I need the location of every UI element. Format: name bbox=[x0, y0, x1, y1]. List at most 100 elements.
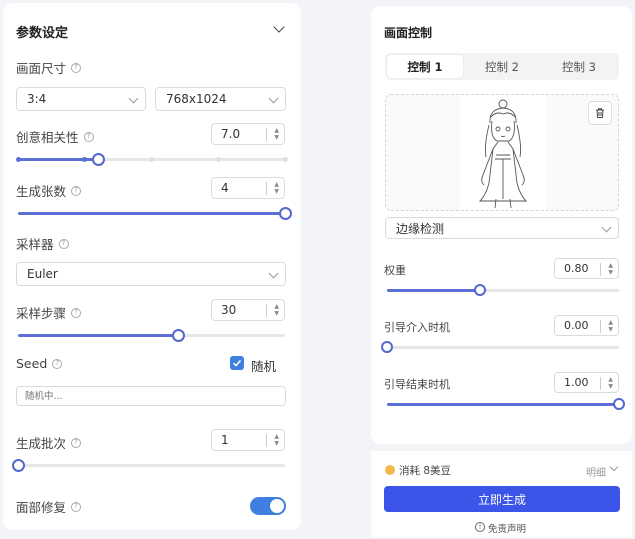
help-icon[interactable]: ? bbox=[71, 437, 82, 448]
random-seed-checkbox[interactable] bbox=[230, 356, 244, 370]
slider-thumb[interactable] bbox=[91, 153, 105, 166]
face-fix-label-text: 面部修复 bbox=[16, 500, 67, 515]
stepper-divider bbox=[266, 304, 267, 317]
bean-icon bbox=[385, 465, 395, 475]
sampler-select[interactable]: Euler bbox=[16, 262, 286, 286]
stepper-arrows-icon[interactable]: ▲ ▼ bbox=[608, 376, 613, 390]
slider-thumb[interactable] bbox=[613, 398, 625, 410]
stepper-arrows-icon[interactable]: ▲ ▼ bbox=[608, 319, 613, 333]
sampler-label-text: 采样器 bbox=[16, 237, 54, 252]
tab-control-3[interactable]: 控制 3 bbox=[541, 55, 617, 78]
steps-slider[interactable] bbox=[18, 329, 285, 342]
generate-button[interactable]: 立即生成 bbox=[384, 486, 620, 512]
stepper-divider bbox=[600, 320, 601, 333]
steps-label: 采样步骤 ? bbox=[16, 303, 82, 322]
steps-value: 30 bbox=[221, 303, 237, 317]
stepper-divider bbox=[266, 128, 267, 141]
random-seed-label: 随机 bbox=[251, 359, 277, 374]
tab-control-1[interactable]: 控制 1 bbox=[387, 55, 463, 78]
seed-input[interactable] bbox=[16, 386, 286, 406]
help-icon[interactable]: ? bbox=[83, 131, 94, 142]
creativity-label: 创意相关性 ? bbox=[16, 127, 94, 146]
info-icon: ! bbox=[475, 522, 485, 532]
disclaimer-link[interactable]: 免责声明 bbox=[488, 521, 526, 535]
stepper-divider bbox=[266, 434, 267, 447]
slider-fill bbox=[18, 212, 285, 215]
slider-fill bbox=[387, 289, 480, 292]
seed-label: Seed ? bbox=[16, 356, 63, 371]
batch-slider[interactable] bbox=[11, 459, 285, 472]
seed-label-text: Seed bbox=[16, 356, 48, 371]
weight-label: 权重 bbox=[384, 264, 406, 277]
stepper-arrows-icon[interactable]: ▲ ▼ bbox=[274, 303, 279, 317]
detail-link[interactable]: 明细 bbox=[586, 464, 606, 479]
creativity-slider[interactable] bbox=[15, 153, 288, 166]
slider-tick bbox=[82, 157, 88, 162]
end-slider[interactable] bbox=[387, 398, 625, 410]
face-fix-toggle[interactable] bbox=[250, 497, 286, 515]
resolution-value: 768x1024 bbox=[166, 92, 227, 106]
start-stepper[interactable]: 0.00 ▲ ▼ bbox=[554, 315, 619, 336]
sampler-value: Euler bbox=[27, 267, 58, 281]
reference-image-dropzone[interactable] bbox=[385, 94, 619, 211]
count-value: 4 bbox=[221, 181, 229, 195]
canvas-size-label: 画面尺寸 ? bbox=[16, 58, 82, 77]
count-label-text: 生成张数 bbox=[16, 184, 67, 199]
chevron-down-icon bbox=[601, 222, 612, 233]
tab-control-2[interactable]: 控制 2 bbox=[464, 55, 540, 78]
help-icon[interactable]: ? bbox=[58, 238, 69, 249]
help-icon[interactable]: ? bbox=[71, 501, 82, 512]
stepper-arrows-icon[interactable]: ▲ ▼ bbox=[274, 127, 279, 141]
toggle-knob bbox=[270, 499, 284, 513]
batch-stepper[interactable]: 1 ▲ ▼ bbox=[211, 429, 285, 451]
control-panel: 画面控制 控制 1 控制 2 控制 3 边缘检测 权重 0.80 ▲ ▼ 引导介… bbox=[371, 6, 632, 444]
end-value: 1.00 bbox=[564, 376, 589, 389]
help-icon[interactable]: ? bbox=[71, 307, 82, 318]
slider-tick bbox=[215, 157, 221, 162]
check-icon bbox=[232, 359, 242, 367]
resolution-select[interactable]: 768x1024 bbox=[155, 87, 286, 111]
face-fix-label: 面部修复 ? bbox=[16, 497, 82, 516]
weight-stepper[interactable]: 0.80 ▲ ▼ bbox=[554, 258, 619, 279]
sampler-label: 采样器 ? bbox=[16, 234, 69, 253]
count-slider[interactable] bbox=[18, 207, 292, 220]
help-icon[interactable]: ? bbox=[52, 358, 63, 369]
stepper-divider bbox=[600, 377, 601, 390]
batch-label-text: 生成批次 bbox=[16, 436, 67, 451]
delete-image-button[interactable] bbox=[588, 101, 612, 125]
start-label: 引导介入时机 bbox=[384, 321, 450, 334]
count-stepper[interactable]: 4 ▲ ▼ bbox=[211, 177, 285, 199]
chevron-down-icon bbox=[268, 93, 279, 104]
stepper-arrows-icon[interactable]: ▲ ▼ bbox=[608, 262, 613, 276]
count-label: 生成张数 ? bbox=[16, 181, 82, 200]
creativity-stepper[interactable]: 7.0 ▲ ▼ bbox=[211, 123, 285, 145]
reference-sketch-image bbox=[460, 95, 546, 210]
slider-fill bbox=[387, 403, 619, 406]
stepper-divider bbox=[600, 263, 601, 276]
help-icon[interactable]: ? bbox=[71, 185, 82, 196]
creativity-label-text: 创意相关性 bbox=[16, 130, 79, 145]
slider-thumb[interactable] bbox=[278, 207, 292, 220]
help-icon[interactable]: ? bbox=[71, 62, 82, 73]
preprocessor-select[interactable]: 边缘检测 bbox=[385, 217, 619, 239]
start-slider[interactable] bbox=[381, 341, 619, 353]
weight-slider[interactable] bbox=[387, 284, 619, 296]
ratio-select[interactable]: 3:4 bbox=[16, 87, 146, 111]
preprocessor-value: 边缘检测 bbox=[396, 221, 445, 236]
slider-thumb[interactable] bbox=[473, 284, 486, 296]
steps-stepper[interactable]: 30 ▲ ▼ bbox=[211, 299, 285, 321]
weight-value: 0.80 bbox=[564, 262, 589, 275]
slider-thumb[interactable] bbox=[171, 329, 185, 342]
slider-thumb[interactable] bbox=[11, 459, 25, 472]
slider-fill bbox=[18, 334, 179, 337]
control-tabs: 控制 1 控制 2 控制 3 bbox=[385, 53, 619, 80]
chevron-down-icon bbox=[128, 93, 139, 104]
end-label: 引导结束时机 bbox=[384, 378, 450, 391]
end-stepper[interactable]: 1.00 ▲ ▼ bbox=[554, 372, 619, 393]
collapse-chevron-icon[interactable] bbox=[273, 21, 285, 33]
chevron-down-icon[interactable] bbox=[609, 462, 619, 472]
slider-thumb[interactable] bbox=[381, 341, 393, 353]
stepper-arrows-icon[interactable]: ▲ ▼ bbox=[274, 181, 279, 195]
cost-text: 消耗 8美豆 bbox=[399, 465, 452, 477]
stepper-arrows-icon[interactable]: ▲ ▼ bbox=[274, 433, 279, 447]
